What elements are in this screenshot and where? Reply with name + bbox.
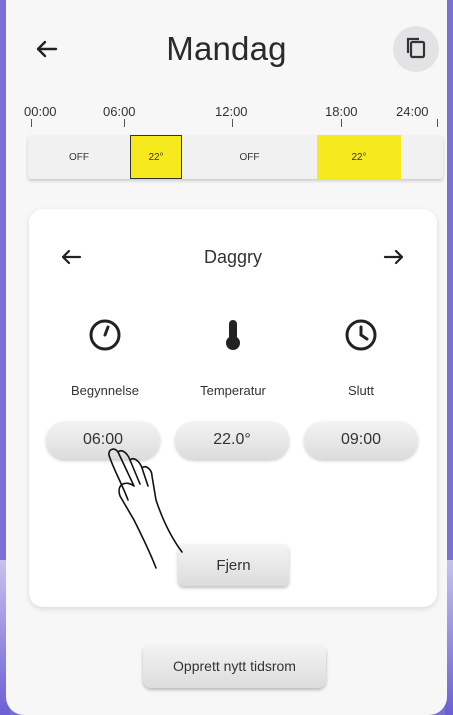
clock-start-icon bbox=[87, 317, 123, 353]
clock-end-icon bbox=[343, 317, 379, 353]
tick-mark bbox=[31, 119, 32, 127]
temperature-label: Temperatur bbox=[200, 383, 266, 398]
end-label: Slutt bbox=[347, 383, 374, 398]
tick-mark bbox=[232, 119, 233, 127]
tick-label-2: 12:00 bbox=[215, 104, 248, 119]
day-timeline[interactable]: OFF 22° OFF 22° bbox=[28, 135, 443, 179]
arrow-right-icon bbox=[383, 249, 404, 265]
end-time-button[interactable]: 09:00 bbox=[304, 421, 418, 459]
tick-label-4: 24:00 bbox=[396, 104, 429, 119]
timeline-segment-on[interactable]: 22° bbox=[317, 135, 401, 179]
tick-mark bbox=[341, 119, 342, 127]
tick-mark bbox=[124, 119, 125, 127]
page-title: Mandag bbox=[166, 30, 287, 67]
start-label: Begynnelse bbox=[71, 383, 139, 398]
create-new-slot-button[interactable]: Opprett nytt tidsrom bbox=[143, 644, 326, 688]
thermometer-icon bbox=[215, 317, 251, 353]
copy-button[interactable] bbox=[393, 26, 439, 72]
tick-mark bbox=[437, 119, 438, 127]
slot-title: Daggry bbox=[203, 247, 263, 267]
timeline-segment-off[interactable]: OFF bbox=[182, 135, 317, 179]
timeline-segment-on-selected[interactable]: 22° bbox=[130, 135, 182, 179]
tick-label-0: 00:00 bbox=[24, 104, 57, 119]
tap-hand-icon bbox=[108, 448, 183, 569]
next-slot-button[interactable] bbox=[379, 242, 409, 272]
tick-label-3: 18:00 bbox=[325, 104, 358, 119]
copy-icon bbox=[406, 37, 426, 59]
timeline-segment-off[interactable]: OFF bbox=[28, 135, 130, 179]
tick-label-1: 06:00 bbox=[103, 104, 136, 119]
